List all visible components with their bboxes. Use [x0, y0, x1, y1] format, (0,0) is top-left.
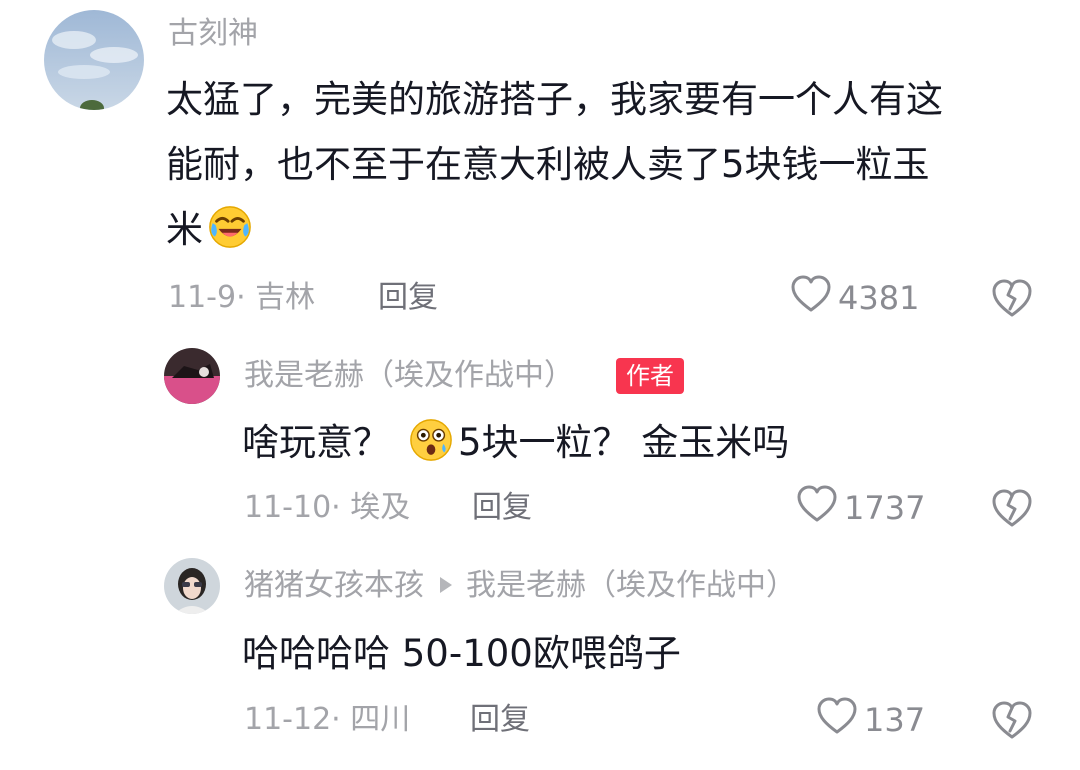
reply-button[interactable]: 回复	[470, 700, 530, 740]
reply-item: 猪猪女孩本孩 我是老赫（埃及作战中） 哈哈哈哈 50-100欧喂鸽子 11-12·…	[0, 550, 1080, 770]
username[interactable]: 古刻神	[168, 14, 258, 54]
heart-outline-icon	[796, 484, 844, 532]
heart-outline-icon	[816, 696, 864, 744]
username[interactable]: 我是老赫（埃及作战中）	[244, 356, 574, 396]
dislike-button[interactable]	[990, 277, 1034, 319]
comment-text-segment: 啥玩意？	[242, 421, 390, 464]
reply-button[interactable]: 回复	[378, 278, 438, 318]
like-count: 137	[864, 701, 926, 739]
comment-text: 太猛了，完美的旅游搭子，我家要有一个人有这	[166, 78, 943, 121]
comment-text: 哈哈哈哈 50-100欧喂鸽子	[242, 632, 681, 675]
comment-date-location: 11-10· 埃及	[244, 490, 411, 525]
heart-outline-icon	[790, 274, 838, 322]
comment-text: 米	[166, 199, 257, 261]
dislike-button[interactable]	[990, 699, 1034, 741]
comment-text-segment: 米	[166, 208, 203, 251]
reply-arrow-icon	[440, 576, 452, 593]
dislike-button[interactable]	[990, 487, 1034, 529]
comment-date-location: 11-12· 四川	[244, 702, 411, 737]
laugh-cry-emoji	[207, 204, 253, 250]
avatar[interactable]	[164, 348, 220, 404]
comment-text-segment: 5块一粒？ 金玉米吗	[458, 421, 790, 464]
avatar[interactable]	[44, 10, 144, 110]
like-count: 4381	[838, 279, 920, 317]
like-count: 1737	[844, 489, 926, 527]
like-button[interactable]: 1737	[796, 484, 926, 532]
author-badge: 作者	[616, 358, 684, 394]
reply-item: 我是老赫（埃及作战中） 作者 啥玩意？ 5块一粒？ 金玉米吗 11-10· 埃及…	[0, 330, 1080, 550]
reply-button[interactable]: 回复	[472, 488, 532, 528]
comment-item: 古刻神 太猛了，完美的旅游搭子，我家要有一个人有这 能耐，也不至于在意大利被人卖…	[0, 0, 1080, 330]
comment-text: 啥玩意？ 5块一粒？ 金玉米吗	[242, 412, 789, 474]
username: 猪猪女孩本孩 我是老赫（埃及作战中）	[244, 566, 796, 606]
reply-to-name[interactable]: 我是老赫（埃及作战中）	[466, 568, 796, 603]
comment-date-location: 11-9· 吉林	[168, 280, 316, 315]
like-button[interactable]: 137	[816, 696, 926, 744]
broken-heart-icon	[990, 279, 1034, 323]
comment-text: 能耐，也不至于在意大利被人卖了5块钱一粒玉	[166, 143, 930, 186]
reply-author-name[interactable]: 猪猪女孩本孩	[244, 568, 424, 603]
like-button[interactable]: 4381	[790, 274, 920, 322]
broken-heart-icon	[990, 701, 1034, 745]
avatar[interactable]	[164, 558, 220, 614]
broken-heart-icon	[990, 489, 1034, 533]
shocked-face-emoji	[408, 417, 454, 463]
